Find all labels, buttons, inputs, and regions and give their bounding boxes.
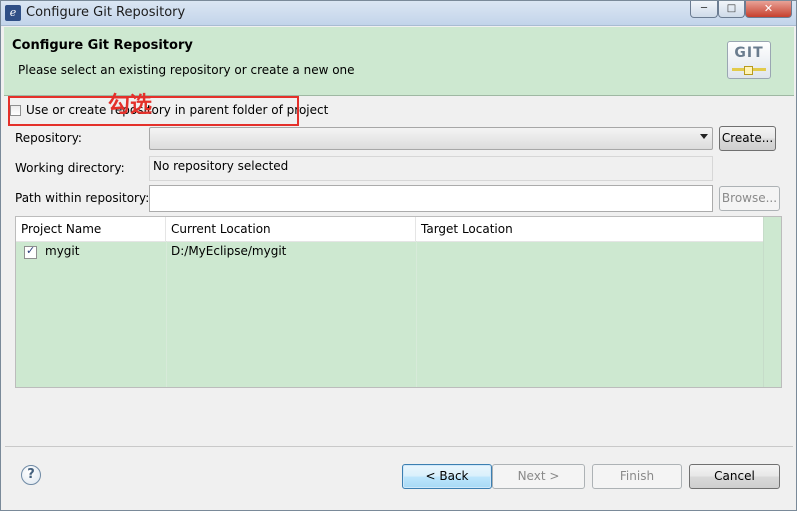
maximize-button[interactable]: □ [718,1,745,18]
column-divider [166,241,167,387]
browse-button[interactable]: Browse... [719,186,780,211]
wizard-banner: Configure Git Repository Please select a… [4,27,794,96]
column-header-current-location[interactable]: Current Location [166,217,416,241]
project-row-checkbox[interactable] [24,244,37,259]
banner-title: Configure Git Repository [12,38,193,53]
window-title: Configure Git Repository [26,5,186,20]
chevron-down-icon [700,134,708,139]
eclipse-app-icon: e [5,5,21,21]
finish-button[interactable]: Finish [592,464,682,489]
back-button[interactable]: < Back [402,464,492,489]
git-logo-knob [744,66,753,75]
working-directory-field: No repository selected [149,156,713,181]
working-directory-value: No repository selected [153,159,289,173]
help-icon[interactable]: ? [21,465,41,485]
annotation-text: 勾选 [108,93,153,118]
current-location-cell: D:/MyEclipse/mygit [171,244,287,258]
working-directory-label: Working directory: [15,161,125,175]
repository-combo[interactable] [149,127,713,150]
path-within-repository-input[interactable] [149,185,713,212]
repository-label: Repository: [15,131,82,145]
git-logo-text: GIT [734,45,764,61]
column-header-target-location[interactable]: Target Location [416,217,765,241]
annotation-highlight-box [8,96,299,126]
title-bar[interactable]: e Configure Git Repository ─ □ ✕ [1,1,796,26]
close-button[interactable]: ✕ [745,1,792,18]
git-logo-icon: GIT [727,41,771,79]
minimize-button[interactable]: ─ [690,1,718,18]
project-name-cell: mygit [45,244,80,258]
table-row[interactable]: mygit D:/MyEclipse/mygit [16,242,765,262]
column-header-project-name[interactable]: Project Name [16,217,166,241]
next-button[interactable]: Next > [492,464,585,489]
configure-git-dialog: e Configure Git Repository ─ □ ✕ Configu… [0,0,797,511]
table-vertical-scrollbar[interactable] [763,217,781,387]
projects-table: Project Name Current Location Target Loc… [15,216,782,388]
column-divider [416,241,417,387]
create-button[interactable]: Create... [719,126,776,151]
path-within-repository-label: Path within repository: [15,191,150,205]
cancel-button[interactable]: Cancel [689,464,780,489]
button-bar-separator [5,446,793,447]
table-header: Project Name Current Location Target Loc… [16,217,765,242]
banner-description: Please select an existing repository or … [18,63,355,77]
